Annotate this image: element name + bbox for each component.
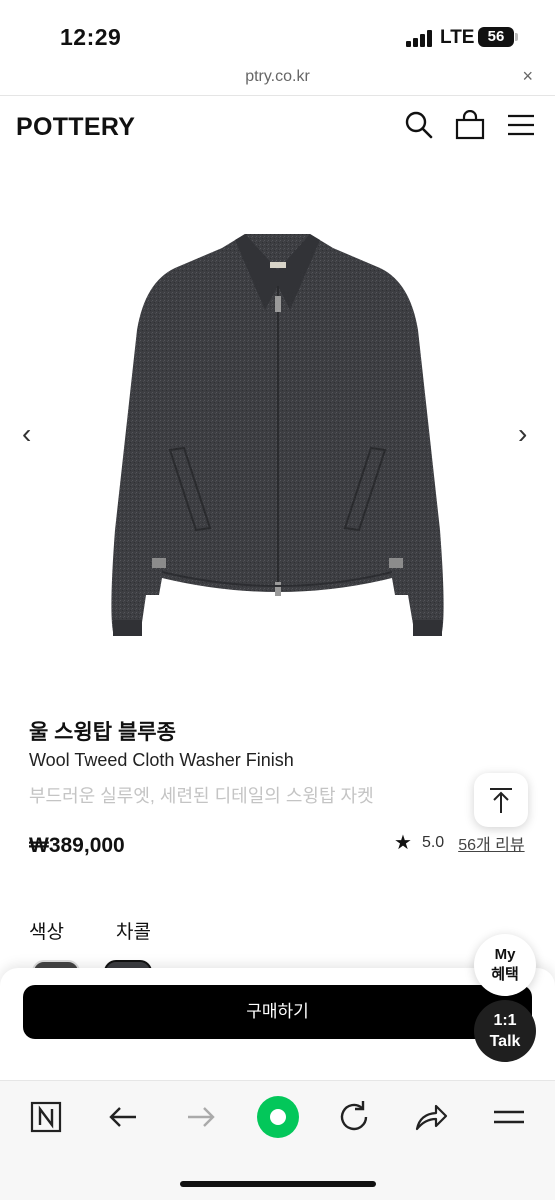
talk-label-line1: 1:1 [493, 1012, 517, 1029]
site-header: POTTERY [0, 96, 555, 158]
url-text[interactable]: ptry.co.kr [0, 68, 555, 86]
product-image[interactable] [0, 200, 555, 660]
benefit-label-line2: 혜택 [491, 966, 519, 983]
browser-url-bar[interactable]: ptry.co.kr × [0, 62, 555, 96]
gallery-prev-arrow[interactable]: ‹ [22, 420, 31, 448]
talk-label-line2: Talk [489, 1033, 521, 1050]
product-price: ₩389,000 [29, 834, 125, 857]
battery-icon: 56 [478, 27, 514, 47]
buy-button[interactable]: 구매하기 [23, 985, 532, 1039]
search-icon[interactable] [404, 110, 434, 140]
signal-icon [406, 30, 434, 47]
green-dot-icon[interactable] [255, 1094, 301, 1140]
scroll-to-top-button[interactable] [474, 773, 528, 827]
product-name-english: Wool Tweed Cloth Washer Finish [29, 750, 294, 770]
color-option-value: 차콜 [116, 922, 151, 943]
battery-level: 56 [487, 28, 505, 45]
status-bar: 12:29 LTE 56 [0, 0, 555, 62]
product-description: 부드러운 실루엣, 세련된 디테일의 스윙탑 자켓 [29, 786, 374, 806]
site-logo[interactable]: POTTERY [16, 113, 135, 142]
hamburger-menu-icon[interactable] [490, 1098, 528, 1136]
menu-icon[interactable] [506, 110, 536, 140]
naver-home-icon[interactable] [27, 1098, 65, 1136]
network-type: LTE [440, 27, 475, 48]
rating-value: 5.0 [421, 833, 445, 851]
my-benefit-button[interactable]: My 혜택 [474, 934, 536, 996]
benefit-label-line1: My [494, 946, 516, 963]
gallery-next-arrow[interactable]: › [518, 420, 527, 448]
talk-button[interactable]: 1:1 Talk [474, 1000, 536, 1062]
share-icon[interactable] [412, 1098, 450, 1136]
close-icon[interactable]: × [522, 66, 533, 87]
refresh-icon[interactable] [335, 1098, 373, 1136]
back-arrow-icon[interactable] [104, 1098, 142, 1136]
shopping-bag-icon[interactable] [455, 110, 485, 140]
product-name-korean: 울 스윙탑 블루종 [29, 721, 176, 744]
home-indicator [180, 1181, 376, 1187]
reviews-link[interactable]: 56개 리뷰 [458, 831, 524, 855]
color-option-label: 색상 [29, 922, 64, 943]
status-time: 12:29 [60, 24, 122, 50]
product-rating: ★ 5.0 56개 리뷰 [394, 830, 525, 855]
star-icon: ★ [394, 832, 412, 854]
forward-arrow-icon[interactable] [182, 1098, 220, 1136]
battery-tip [515, 33, 518, 41]
